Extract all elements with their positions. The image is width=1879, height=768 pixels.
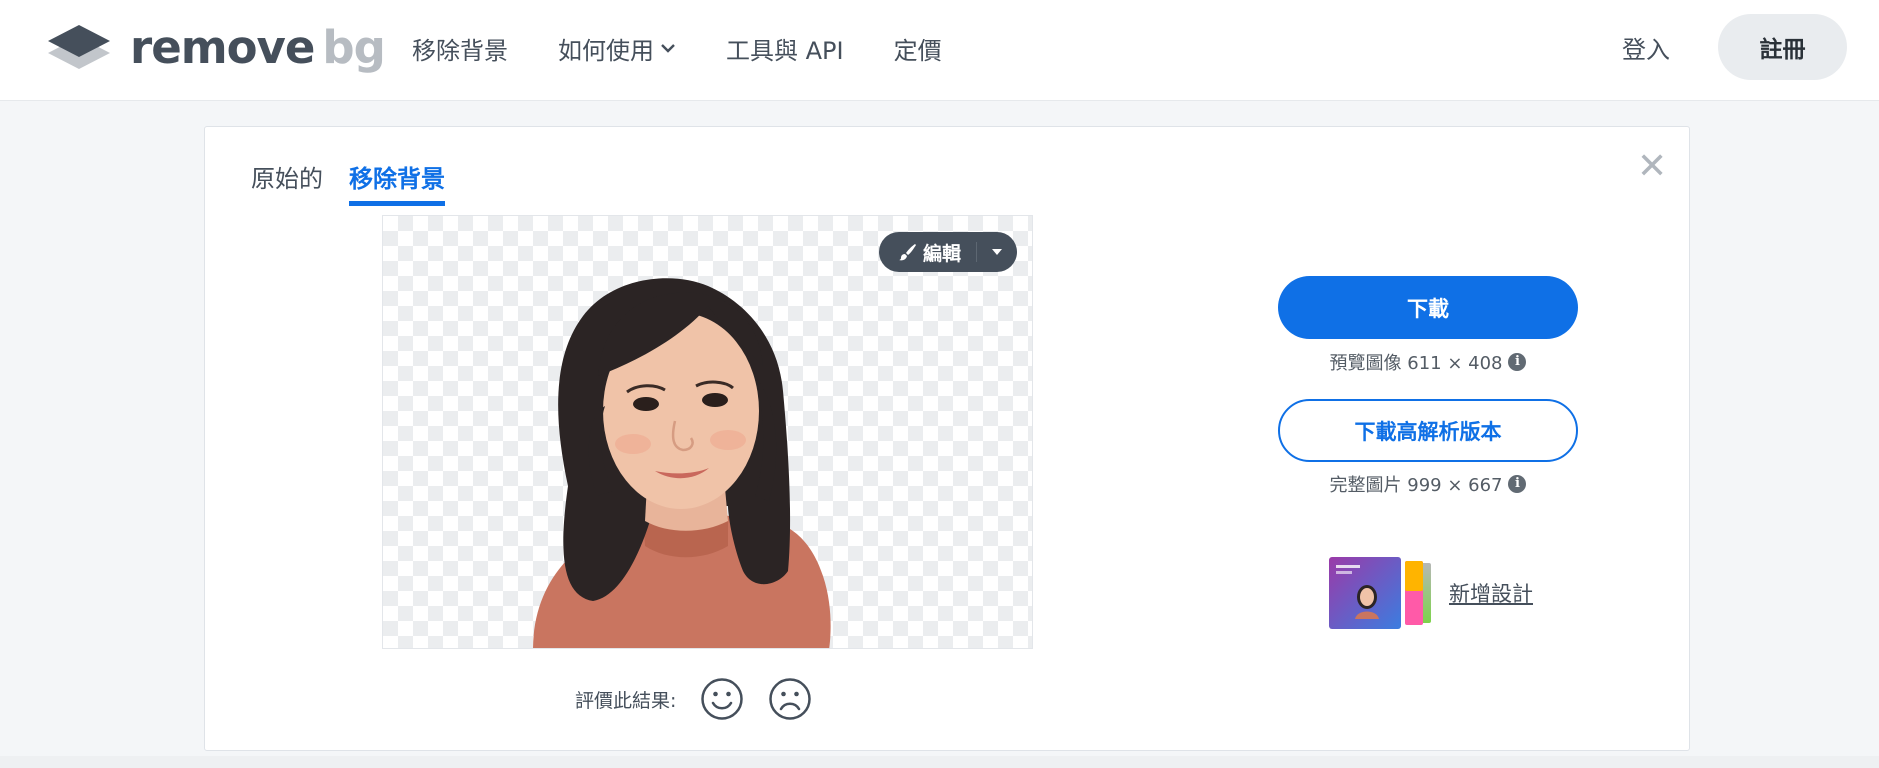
top-header: remove bg 移除背景 如何使用 工具與 API 定價 登入 註冊 [0, 0, 1879, 101]
full-image-info-text: 完整圖片 999 × 667 [1329, 475, 1503, 496]
caret-down-icon[interactable] [991, 248, 1003, 256]
cutout-portrait-image [533, 278, 831, 648]
nav-pricing[interactable]: 定價 [894, 31, 942, 66]
nav-how-to-use[interactable]: 如何使用 [558, 31, 676, 66]
brush-icon [899, 244, 916, 261]
result-image: 編輯 [382, 215, 1033, 649]
login-link[interactable]: 登入 [1622, 30, 1670, 65]
tab-original[interactable]: 原始的 [251, 159, 323, 206]
nav-remove-background[interactable]: 移除背景 [412, 31, 508, 66]
logo-layers-icon [48, 25, 110, 69]
preview-info-text: 預覽圖像 611 × 408 [1329, 353, 1503, 374]
result-card: 原始的 移除背景 ✕ 編輯 評價此結果: 下載 預覽圖像 611 × 408 i… [204, 126, 1690, 751]
nav-remove-background-label: 移除背景 [412, 36, 508, 65]
main-nav: 移除背景 如何使用 工具與 API 定價 [412, 0, 992, 96]
rating-label: 評價此結果: [575, 689, 677, 712]
signup-button[interactable]: 註冊 [1718, 14, 1847, 80]
page-bottom [0, 756, 1879, 768]
nav-tools-api[interactable]: 工具與 API [726, 31, 844, 66]
chevron-down-icon [661, 44, 675, 53]
logo-word-remove: remove [130, 20, 315, 74]
add-design-link[interactable]: 新增設計 [1449, 578, 1533, 608]
happy-face-icon[interactable] [700, 677, 744, 721]
result-tabs: 原始的 移除背景 [251, 159, 471, 206]
add-design[interactable]: 新增設計 [1327, 557, 1533, 629]
download-button[interactable]: 下載 [1278, 276, 1578, 339]
info-icon[interactable]: i [1508, 353, 1527, 371]
logo-word-bg: bg [322, 20, 385, 74]
edit-button-divider [976, 242, 977, 262]
design-templates-thumbnail [1329, 557, 1431, 629]
tab-removed-background[interactable]: 移除背景 [349, 159, 445, 206]
full-image-info: 完整圖片 999 × 667 i [1278, 471, 1578, 497]
nav-how-to-use-label: 如何使用 [558, 36, 654, 65]
preview-info: 預覽圖像 611 × 408 i [1278, 349, 1578, 375]
edit-button[interactable]: 編輯 [879, 232, 1017, 272]
nav-tools-api-label: 工具與 API [726, 36, 844, 65]
close-icon[interactable]: ✕ [1637, 149, 1667, 185]
sad-face-icon[interactable] [768, 677, 812, 721]
logo[interactable]: remove bg [46, 22, 386, 72]
rating-bar: 評價此結果: [575, 677, 812, 721]
nav-pricing-label: 定價 [893, 36, 942, 65]
edit-button-label: 編輯 [923, 242, 962, 265]
info-icon[interactable]: i [1508, 475, 1527, 493]
download-hd-button[interactable]: 下載高解析版本 [1278, 399, 1578, 462]
logo-text: remove bg [130, 25, 386, 70]
